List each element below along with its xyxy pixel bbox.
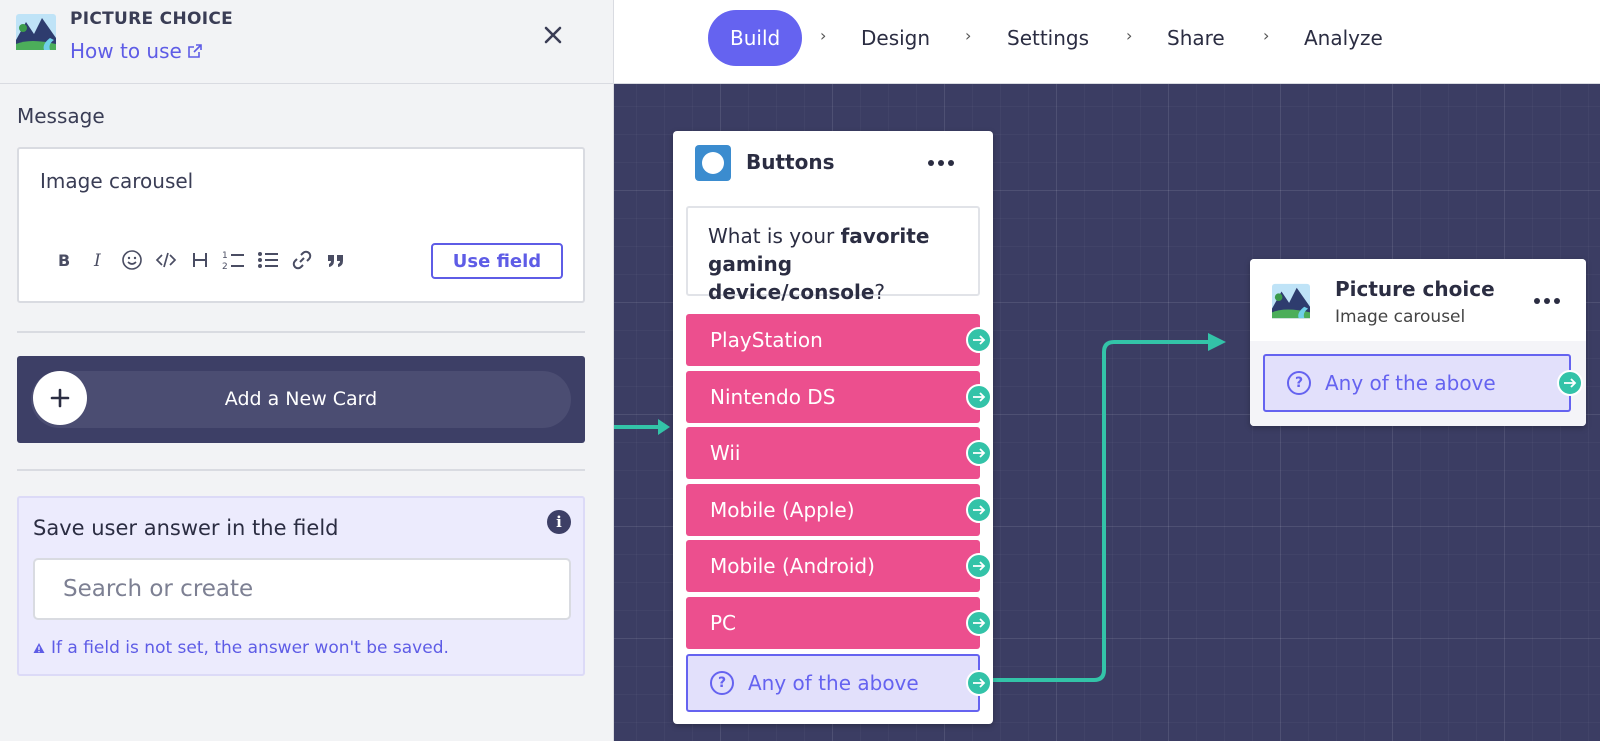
arrow-right-icon[interactable] — [966, 327, 992, 353]
save-answer-section: Save user answer in the field i If a fie… — [17, 496, 585, 676]
choice-button[interactable]: Mobile (Apple) — [686, 484, 980, 536]
any-of-the-above-label: Any of the above — [1325, 371, 1496, 395]
bullet-list-icon[interactable] — [251, 245, 285, 275]
add-card-label: Add a New Card — [224, 388, 378, 410]
picture-choice-node[interactable]: Picture choice Image carousel ? Any of t… — [1250, 259, 1586, 426]
italic-icon[interactable]: I — [81, 245, 115, 275]
chevron-right-icon: › — [965, 26, 972, 45]
external-link-icon — [188, 44, 202, 58]
add-new-card-button[interactable]: Add a New Card — [17, 356, 585, 443]
warning-icon — [33, 643, 45, 653]
question-text[interactable]: What is your favorite gaming device/cons… — [686, 206, 980, 304]
warning-text: If a field is not set, the answer won't … — [51, 638, 449, 658]
tab-analyze[interactable]: Analyze — [1304, 10, 1383, 66]
arrow-right-icon[interactable] — [966, 384, 992, 410]
node-subtitle: Image carousel — [1335, 307, 1466, 327]
arrow-right-icon[interactable] — [966, 497, 992, 523]
any-of-the-above-label: Any of the above — [748, 671, 919, 695]
flow-canvas[interactable]: Buttons What is your favorite gaming dev… — [614, 84, 1600, 741]
chevron-right-icon: › — [1263, 26, 1270, 45]
question-text-part: What is your — [708, 224, 841, 248]
node-title: Picture choice — [1335, 277, 1495, 301]
more-options-icon[interactable] — [1534, 298, 1560, 304]
any-of-the-above-button[interactable]: ? Any of the above — [686, 654, 980, 712]
panel-header: PICTURE CHOICE How to use — [0, 0, 613, 84]
question-text-part: ? — [874, 280, 886, 304]
code-icon[interactable] — [149, 245, 183, 275]
save-answer-label: Save user answer in the field — [33, 516, 339, 540]
tab-share[interactable]: Share — [1167, 10, 1225, 66]
quote-icon[interactable] — [319, 245, 353, 275]
tab-build[interactable]: Build — [708, 10, 803, 66]
settings-panel: PICTURE CHOICE How to use Message Image … — [0, 0, 614, 741]
how-to-use-link[interactable]: How to use — [70, 39, 202, 63]
choice-button[interactable]: PC — [686, 597, 980, 649]
use-field-button[interactable]: Use field — [431, 243, 563, 279]
how-to-use-label: How to use — [70, 39, 182, 63]
heading-icon[interactable] — [183, 245, 217, 275]
buttons-node[interactable]: Buttons What is your favorite gaming dev… — [673, 131, 993, 724]
field-warning: If a field is not set, the answer won't … — [33, 638, 449, 658]
svg-text:I: I — [93, 251, 101, 269]
node-header: Picture choice Image carousel — [1250, 259, 1586, 341]
message-label: Message — [17, 104, 105, 128]
landscape-icon — [1272, 283, 1310, 319]
block-type-label: PICTURE CHOICE — [70, 9, 234, 29]
tab-design[interactable]: Design — [861, 10, 930, 66]
arrow-right-icon[interactable] — [1557, 370, 1583, 396]
info-icon[interactable]: i — [547, 510, 571, 534]
arrow-right-icon[interactable] — [966, 670, 992, 696]
divider — [17, 331, 585, 333]
arrow-right-icon[interactable] — [966, 610, 992, 636]
question-icon: ? — [1287, 371, 1311, 395]
question-icon: ? — [710, 671, 734, 695]
close-icon[interactable] — [538, 20, 568, 50]
choice-button[interactable]: PlayStation — [686, 314, 980, 366]
message-text[interactable]: Image carousel — [40, 169, 193, 193]
field-search-input[interactable] — [33, 558, 571, 620]
svg-text:1: 1 — [222, 251, 228, 261]
more-options-icon[interactable] — [928, 160, 954, 166]
buttons-block-icon — [695, 145, 731, 181]
chevron-right-icon: › — [820, 26, 827, 45]
divider — [17, 469, 585, 471]
ordered-list-icon[interactable]: 12 — [217, 245, 251, 275]
landscape-icon — [16, 14, 56, 50]
node-title: Buttons — [746, 150, 835, 174]
arrow-right-icon[interactable] — [966, 440, 992, 466]
svg-text:B: B — [58, 251, 70, 269]
any-of-the-above-button[interactable]: ? Any of the above — [1263, 354, 1571, 412]
format-toolbar: B I 12 — [47, 245, 353, 275]
choice-button[interactable]: Wii — [686, 427, 980, 479]
bold-icon[interactable]: B — [47, 245, 81, 275]
choice-button[interactable]: Nintendo DS — [686, 371, 980, 423]
builder-steps-nav: Build › Design › Settings › Share › Anal… — [614, 0, 1600, 84]
link-icon[interactable] — [285, 245, 319, 275]
choice-button[interactable]: Mobile (Android) — [686, 540, 980, 592]
tab-settings[interactable]: Settings — [1007, 10, 1089, 66]
arrow-right-icon[interactable] — [966, 553, 992, 579]
message-editor[interactable]: Image carousel B I 12 Use field — [17, 147, 585, 303]
svg-text:2: 2 — [222, 262, 228, 271]
node-header: Buttons — [673, 131, 993, 191]
emoji-icon[interactable] — [115, 245, 149, 275]
chevron-right-icon: › — [1126, 26, 1133, 45]
